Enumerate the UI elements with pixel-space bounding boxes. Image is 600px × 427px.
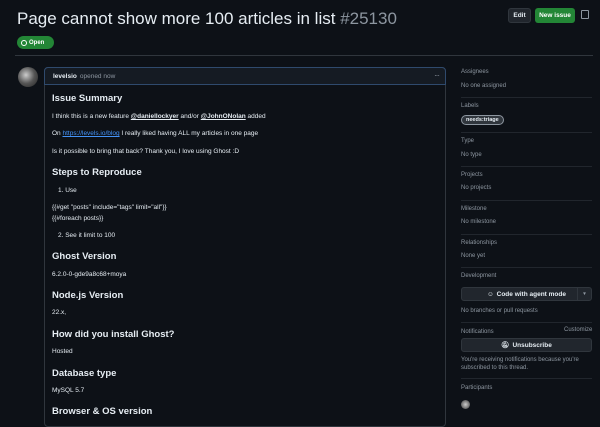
issue-open-icon: [21, 39, 27, 46]
divider: [461, 234, 592, 235]
divider: [461, 166, 592, 167]
title-text: Page cannot show more 100 articles in li…: [17, 9, 336, 28]
assignees-heading[interactable]: Assignees: [461, 69, 489, 75]
code-line: {{#get "posts" include="tags" limit="all…: [52, 204, 167, 211]
unsubscribe-button[interactable]: 🔕︎ Unsubscribe: [461, 338, 592, 352]
divider: [461, 267, 592, 268]
comment-header: levelsio opened now ···: [44, 67, 446, 85]
participants-heading: Participants: [461, 385, 493, 391]
type-heading[interactable]: Type: [461, 138, 474, 144]
heading-browser: Browser & OS version: [52, 406, 153, 417]
avatar[interactable]: [18, 67, 38, 87]
relationships-value: None yet: [461, 253, 486, 259]
comment-timestamp: opened now: [79, 72, 116, 80]
customize-link[interactable]: Customize: [564, 327, 592, 333]
mention-link[interactable]: @daniellockyer: [131, 113, 179, 120]
copy-icon[interactable]: [581, 10, 589, 19]
issue-title: Page cannot show more 100 articles in li…: [17, 9, 397, 29]
node-version-value: 22.x,: [52, 309, 67, 316]
status-text: Open: [29, 39, 45, 46]
divider: [461, 132, 592, 133]
type-value: No type: [461, 152, 482, 158]
database-value: MySQL 5.7: [52, 387, 85, 394]
projects-value: No projects: [461, 185, 492, 191]
divider: [461, 97, 592, 98]
labels-heading[interactable]: Labels: [461, 103, 479, 109]
divider: [461, 322, 592, 323]
divider: [461, 200, 592, 201]
development-value: No branches or pull requests: [461, 308, 538, 314]
heading-steps: Steps to Reproduce: [52, 167, 142, 178]
paragraph: Is it possible to bring that back? Thank…: [52, 148, 240, 155]
notifications-text: You're receiving notifications because y…: [461, 357, 579, 363]
paragraph: I think this is a new feature @danielloc…: [52, 113, 266, 120]
heading-node-version: Node.js Version: [52, 290, 124, 301]
relationships-heading[interactable]: Relationships: [461, 240, 497, 246]
copilot-icon: ☺: [487, 290, 494, 298]
heading-database: Database type: [52, 368, 117, 379]
notifications-heading: Notifications: [461, 329, 494, 335]
milestone-heading[interactable]: Milestone: [461, 206, 487, 212]
divider: [15, 55, 593, 56]
issue-number: #25130: [340, 9, 397, 28]
more-options-icon[interactable]: ···: [434, 71, 440, 80]
blog-link[interactable]: https://levels.io/blog: [62, 130, 119, 137]
bell-slash-icon: 🔕︎: [501, 342, 510, 349]
mention-link[interactable]: @JohnONolan: [201, 113, 246, 120]
code-line: {{#foreach posts}}: [52, 215, 104, 222]
divider: [461, 378, 592, 379]
assignees-value: No one assigned: [461, 83, 507, 89]
label-badge[interactable]: needs:triage: [461, 115, 504, 125]
list-item: 1. Use: [58, 187, 77, 194]
button-label: Unsubscribe: [512, 341, 552, 349]
development-heading[interactable]: Development: [461, 273, 496, 279]
ghost-version-value: 6.2.0-0-gde9a8c68+moya: [52, 271, 127, 278]
chevron-down-icon[interactable]: ▾: [577, 288, 591, 300]
heading-ghost-version: Ghost Version: [52, 251, 117, 262]
button-label: Code with agent mode: [496, 290, 566, 298]
notifications-text: subscribed to this thread.: [461, 365, 529, 371]
edit-button[interactable]: Edit: [508, 8, 531, 23]
author-link[interactable]: levelsio: [53, 73, 77, 80]
participant-avatar[interactable]: [461, 400, 470, 409]
paragraph: On https://levels.io/blog I really liked…: [52, 130, 259, 137]
list-item: 2. See it limit to 100: [58, 232, 116, 239]
status-badge: Open: [17, 36, 54, 49]
projects-heading[interactable]: Projects: [461, 172, 483, 178]
heading-summary: Issue Summary: [52, 93, 123, 104]
code-with-agent-button[interactable]: ☺ Code with agent mode ▾: [461, 287, 592, 301]
heading-install: How did you install Ghost?: [52, 329, 175, 340]
install-value: Hosted: [52, 348, 73, 355]
milestone-value: No milestone: [461, 219, 497, 225]
new-issue-button[interactable]: New issue: [535, 8, 575, 23]
